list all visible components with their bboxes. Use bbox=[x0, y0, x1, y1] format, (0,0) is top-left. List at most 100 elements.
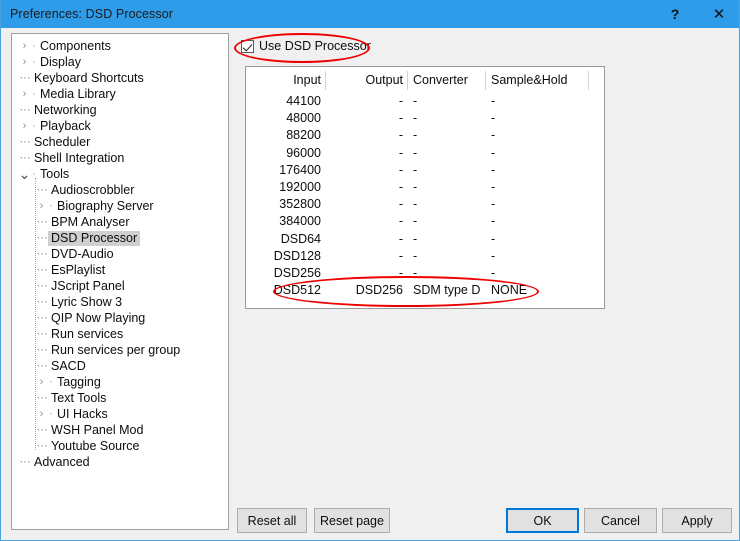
sidebar-item-advanced[interactable]: ⋯Advanced bbox=[12, 454, 228, 470]
preferences-tree-panel[interactable]: ›·Components›·Display⋯Keyboard Shortcuts… bbox=[11, 33, 229, 530]
column-header-input[interactable]: Input bbox=[256, 73, 321, 87]
table-cell-input[interactable]: DSD512 bbox=[256, 283, 321, 297]
title-bar-buttons: ? ✕ bbox=[653, 0, 740, 28]
table-cell-sample_hold[interactable]: - bbox=[491, 266, 605, 280]
sidebar-item-label: Run services per group bbox=[48, 343, 183, 358]
sidebar-item-tagging[interactable]: ›·Tagging bbox=[12, 374, 228, 390]
sidebar-item-ui-hacks[interactable]: ›·UI Hacks bbox=[12, 406, 228, 422]
table-cell-input[interactable]: 192000 bbox=[256, 180, 321, 194]
table-cell-sample_hold[interactable]: - bbox=[491, 111, 605, 125]
sidebar-item-sacd[interactable]: ⋯SACD bbox=[12, 358, 228, 374]
table-cell-sample_hold[interactable]: - bbox=[491, 249, 605, 263]
table-cell-output[interactable]: - bbox=[331, 180, 403, 194]
table-cell-input[interactable]: 352800 bbox=[256, 197, 321, 211]
table-cell-output[interactable]: - bbox=[331, 197, 403, 211]
cancel-button[interactable]: Cancel bbox=[584, 508, 657, 533]
sidebar-item-wsh-panel-mod[interactable]: ⋯WSH Panel Mod bbox=[12, 422, 228, 438]
table-cell-output[interactable]: - bbox=[331, 214, 403, 228]
sidebar-item-components[interactable]: ›·Components bbox=[12, 38, 228, 54]
sidebar-item-shell-integration[interactable]: ⋯Shell Integration bbox=[12, 150, 228, 166]
tree-connector-icon: ⋯ bbox=[18, 137, 31, 148]
sidebar-item-tools[interactable]: ⌄·Tools bbox=[12, 166, 228, 182]
sidebar-item-dvd-audio[interactable]: ⋯DVD-Audio bbox=[12, 246, 228, 262]
sidebar-item-qip-now-playing[interactable]: ⋯QIP Now Playing bbox=[12, 310, 228, 326]
tree-connector-icon: ⋯ bbox=[35, 249, 48, 260]
chevron-right-icon[interactable]: › bbox=[18, 41, 31, 52]
ok-button[interactable]: OK bbox=[506, 508, 579, 533]
sidebar-item-run-services-per-group[interactable]: ⋯Run services per group bbox=[12, 342, 228, 358]
reset-page-button[interactable]: Reset page bbox=[314, 508, 390, 533]
sidebar-item-media-library[interactable]: ›·Media Library bbox=[12, 86, 228, 102]
table-cell-sample_hold[interactable]: - bbox=[491, 232, 605, 246]
table-cell-sample_hold[interactable]: - bbox=[491, 163, 605, 177]
table-cell-output[interactable]: - bbox=[331, 232, 403, 246]
help-icon[interactable]: ? bbox=[653, 0, 697, 28]
table-cell-input[interactable]: 384000 bbox=[256, 214, 321, 228]
sidebar-item-display[interactable]: ›·Display bbox=[12, 54, 228, 70]
table-cell-input[interactable]: DSD64 bbox=[256, 232, 321, 246]
table-cell-output[interactable]: DSD256 bbox=[331, 283, 403, 297]
sidebar-item-biography-server[interactable]: ›·Biography Server bbox=[12, 198, 228, 214]
tree-connector-icon: ⋯ bbox=[35, 313, 48, 324]
apply-button[interactable]: Apply bbox=[662, 508, 732, 533]
chevron-right-icon[interactable]: › bbox=[35, 201, 48, 212]
column-header-output[interactable]: Output bbox=[331, 73, 403, 87]
sidebar-item-lyric-show-3[interactable]: ⋯Lyric Show 3 bbox=[12, 294, 228, 310]
chevron-right-icon[interactable]: › bbox=[18, 121, 31, 132]
table-cell-output[interactable]: - bbox=[331, 249, 403, 263]
sidebar-item-jscript-panel[interactable]: ⋯JScript Panel bbox=[12, 278, 228, 294]
table-cell-output[interactable]: - bbox=[331, 266, 403, 280]
table-cell-sample_hold[interactable]: - bbox=[491, 146, 605, 160]
tree-connector-icon: ⋯ bbox=[18, 153, 31, 164]
table-cell-sample_hold[interactable]: - bbox=[491, 180, 605, 194]
table-cell-output[interactable]: - bbox=[331, 146, 403, 160]
dsd-settings-table-panel[interactable]: InputOutputConverterSample&Hold44100---4… bbox=[245, 66, 605, 309]
column-separator[interactable] bbox=[325, 71, 326, 90]
use-dsd-processor-checkbox[interactable]: Use DSD Processor bbox=[241, 36, 371, 56]
tree-connector-icon: ⋯ bbox=[35, 345, 48, 356]
sidebar-item-text-tools[interactable]: ⋯Text Tools bbox=[12, 390, 228, 406]
reset-all-button[interactable]: Reset all bbox=[237, 508, 307, 533]
table-cell-input[interactable]: 176400 bbox=[256, 163, 321, 177]
table-cell-output[interactable]: - bbox=[331, 128, 403, 142]
sidebar-item-run-services[interactable]: ⋯Run services bbox=[12, 326, 228, 342]
table-cell-input[interactable]: 96000 bbox=[256, 146, 321, 160]
table-cell-output[interactable]: - bbox=[331, 111, 403, 125]
sidebar-item-label: Audioscrobbler bbox=[48, 183, 137, 198]
chevron-right-icon[interactable]: › bbox=[18, 57, 31, 68]
sidebar-item-label: Run services bbox=[48, 327, 126, 342]
table-cell-input[interactable]: DSD128 bbox=[256, 249, 321, 263]
table-cell-input[interactable]: DSD256 bbox=[256, 266, 321, 280]
checkbox-checked-icon[interactable] bbox=[241, 40, 254, 53]
sidebar-item-networking[interactable]: ⋯Networking bbox=[12, 102, 228, 118]
close-icon[interactable]: ✕ bbox=[697, 0, 740, 28]
chevron-right-icon[interactable]: › bbox=[35, 377, 48, 388]
sidebar-item-esplaylist[interactable]: ⋯EsPlaylist bbox=[12, 262, 228, 278]
column-separator[interactable] bbox=[407, 71, 408, 90]
table-cell-sample_hold[interactable]: - bbox=[491, 197, 605, 211]
column-header-sample-hold[interactable]: Sample&Hold bbox=[491, 73, 605, 87]
sidebar-item-label: Tools bbox=[37, 167, 72, 182]
sidebar-item-audioscrobbler[interactable]: ⋯Audioscrobbler bbox=[12, 182, 228, 198]
tree-connector-icon: ⋯ bbox=[35, 361, 48, 372]
chevron-right-icon[interactable]: › bbox=[35, 409, 48, 420]
sidebar-item-keyboard-shortcuts[interactable]: ⋯Keyboard Shortcuts bbox=[12, 70, 228, 86]
table-cell-sample_hold[interactable]: - bbox=[491, 214, 605, 228]
sidebar-item-bpm-analyser[interactable]: ⋯BPM Analyser bbox=[12, 214, 228, 230]
tree-connector-icon: ⋯ bbox=[18, 105, 31, 116]
table-cell-sample_hold[interactable]: - bbox=[491, 128, 605, 142]
sidebar-item-label: Lyric Show 3 bbox=[48, 295, 125, 310]
sidebar-item-scheduler[interactable]: ⋯Scheduler bbox=[12, 134, 228, 150]
table-cell-output[interactable]: - bbox=[331, 163, 403, 177]
sidebar-item-dsd-processor[interactable]: ⋯DSD Processor bbox=[12, 230, 228, 246]
table-cell-input[interactable]: 88200 bbox=[256, 128, 321, 142]
sidebar-item-playback[interactable]: ›·Playback bbox=[12, 118, 228, 134]
table-cell-input[interactable]: 48000 bbox=[256, 111, 321, 125]
table-cell-input[interactable]: 44100 bbox=[256, 94, 321, 108]
sidebar-item-youtube-source[interactable]: ⋯Youtube Source bbox=[12, 438, 228, 454]
table-cell-output[interactable]: - bbox=[331, 94, 403, 108]
chevron-right-icon[interactable]: › bbox=[18, 89, 31, 100]
table-cell-sample_hold[interactable]: NONE bbox=[491, 283, 605, 297]
chevron-down-icon[interactable]: ⌄ bbox=[18, 170, 31, 178]
table-cell-sample_hold[interactable]: - bbox=[491, 94, 605, 108]
